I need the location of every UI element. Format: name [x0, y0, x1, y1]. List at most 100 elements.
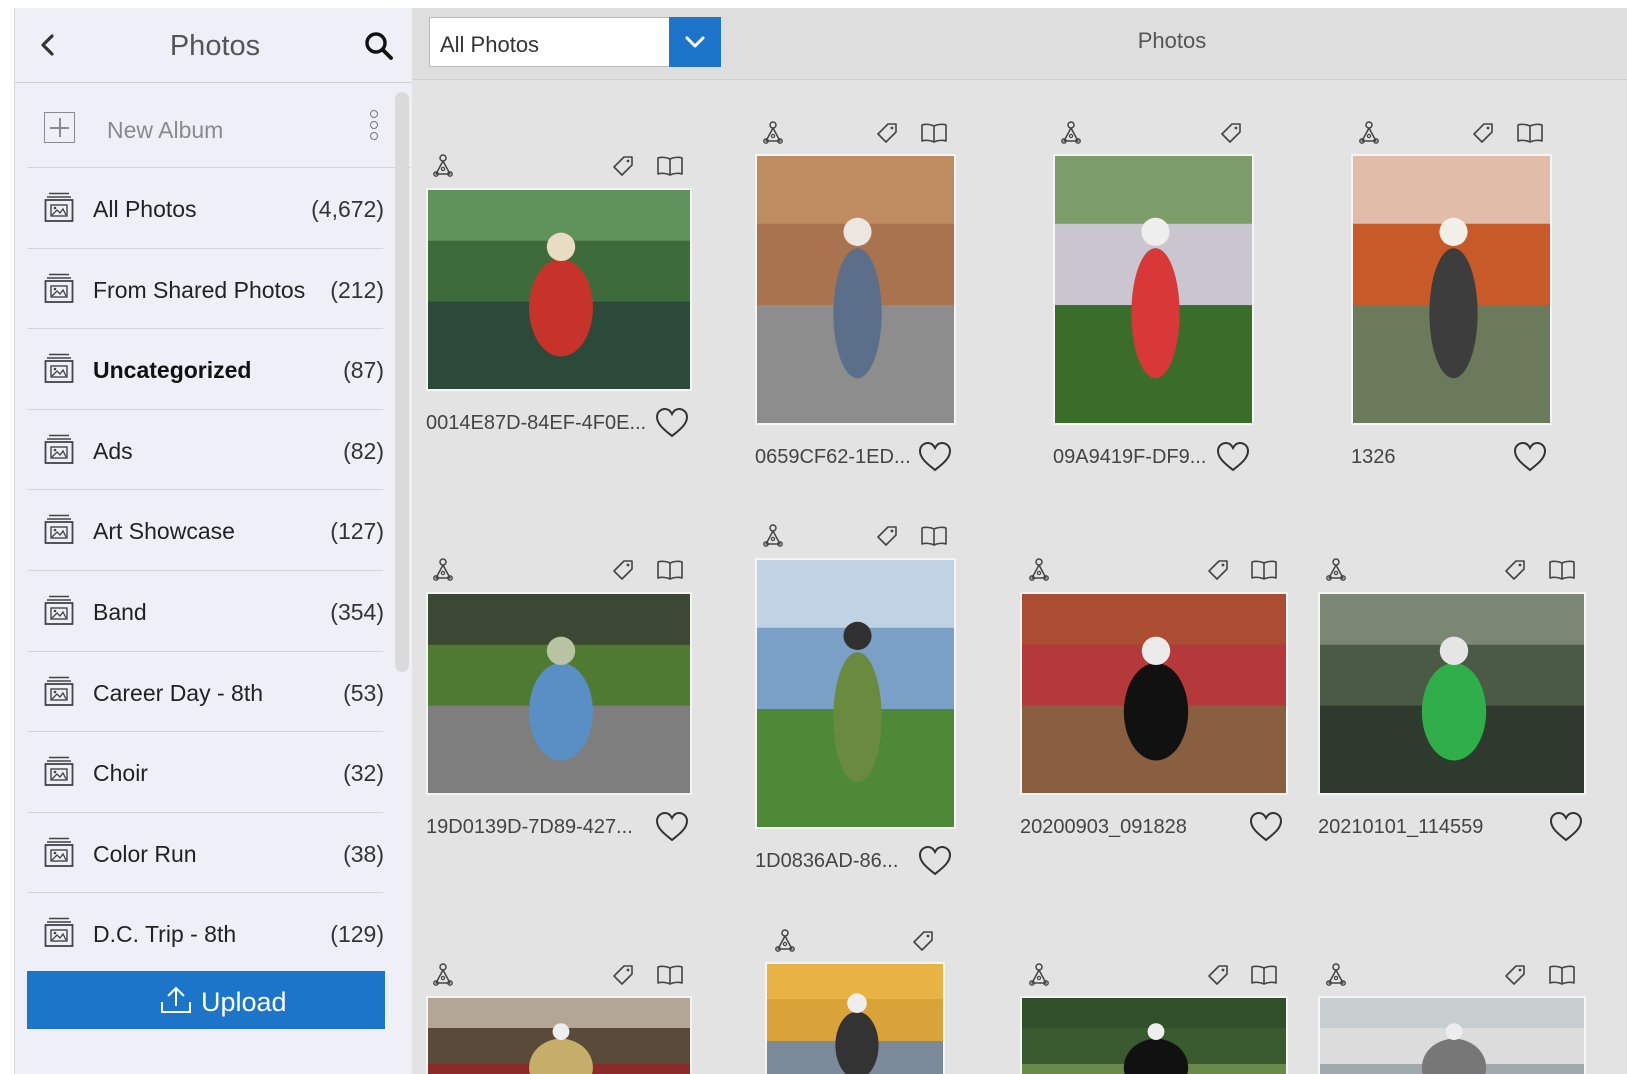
heart-icon[interactable]	[654, 811, 690, 843]
photo-thumbnail[interactable]	[755, 558, 956, 829]
book-icon[interactable]	[1250, 964, 1278, 991]
heart-icon[interactable]	[1215, 441, 1251, 473]
people-tag-icon[interactable]	[760, 120, 786, 151]
album-count: (38)	[343, 840, 384, 867]
tag-icon[interactable]	[1502, 557, 1528, 588]
book-icon[interactable]	[920, 525, 948, 552]
heart-icon[interactable]	[654, 407, 690, 439]
heart-icon[interactable]	[1548, 811, 1584, 843]
photo-thumbnail[interactable]	[765, 962, 945, 1074]
people-tag-icon[interactable]	[1323, 557, 1349, 588]
heart-icon[interactable]	[1512, 441, 1548, 473]
tag-icon[interactable]	[1205, 557, 1231, 588]
photo-thumbnail[interactable]	[1318, 996, 1586, 1074]
people-tag-icon[interactable]	[1026, 557, 1052, 588]
people-tag-icon[interactable]	[430, 153, 456, 184]
album-list: All Photos (4,672) From Shared Photos (212)…	[27, 168, 384, 974]
people-tag-icon[interactable]	[430, 962, 456, 993]
back-button[interactable]	[33, 28, 63, 62]
book-icon[interactable]	[656, 559, 684, 586]
people-tag-icon[interactable]	[1058, 120, 1084, 151]
search-icon	[365, 32, 393, 60]
new-album-button[interactable]: New Album	[27, 84, 411, 168]
book-icon[interactable]	[656, 155, 684, 182]
book-icon[interactable]	[920, 122, 948, 149]
heart-icon[interactable]	[917, 441, 953, 473]
album-filter-value: All Photos	[440, 32, 540, 57]
photo-thumbnail[interactable]	[426, 592, 692, 795]
album-name: Uncategorized	[93, 357, 252, 384]
book-icon[interactable]	[656, 964, 684, 991]
tag-icon[interactable]	[874, 523, 900, 554]
photo-thumbnail[interactable]	[1053, 154, 1254, 425]
album-name: From Shared Photos	[93, 276, 306, 303]
people-tag-icon[interactable]	[772, 928, 798, 959]
photo-album-icon	[44, 513, 74, 545]
photo-caption: 0014E87D-84EF-4F0E...	[426, 412, 647, 434]
album-item[interactable]: Ads (82)	[27, 410, 384, 491]
search-button[interactable]	[363, 30, 395, 62]
album-item[interactable]: All Photos (4,672)	[27, 168, 384, 249]
photo-album-icon	[44, 916, 74, 948]
photo-thumbnail[interactable]	[1318, 592, 1586, 795]
upload-button[interactable]: Upload	[27, 971, 385, 1029]
tag-icon[interactable]	[874, 120, 900, 151]
book-icon[interactable]	[1250, 559, 1278, 586]
photo-caption: 09A9419F-DF9...	[1053, 446, 1207, 468]
tag-icon[interactable]	[1205, 962, 1231, 993]
sidebar-scrollbar[interactable]	[395, 92, 409, 672]
people-tag-icon[interactable]	[1356, 120, 1382, 151]
tag-icon[interactable]	[610, 962, 636, 993]
photo-thumbnail[interactable]	[755, 154, 956, 425]
photo-album-icon	[44, 433, 74, 465]
people-tag-icon[interactable]	[760, 523, 786, 554]
photo-caption: 20200903_091828	[1020, 816, 1187, 838]
tag-icon[interactable]	[610, 153, 636, 184]
photo-thumbnail[interactable]	[426, 188, 692, 391]
album-item[interactable]: Choir (32)	[27, 732, 384, 813]
album-item[interactable]: Color Run (38)	[27, 813, 384, 894]
people-tag-icon[interactable]	[1026, 962, 1052, 993]
people-tag-icon[interactable]	[430, 557, 456, 588]
tag-icon[interactable]	[1502, 962, 1528, 993]
photo-caption: 1D0836AD-86...	[755, 850, 899, 872]
album-count: (87)	[343, 357, 384, 384]
book-icon[interactable]	[1548, 964, 1576, 991]
photo-caption: 20210101_114559	[1318, 816, 1484, 838]
album-item[interactable]: Uncategorized (87)	[27, 329, 384, 410]
tag-icon[interactable]	[910, 928, 936, 959]
book-icon[interactable]	[1548, 559, 1576, 586]
album-count: (53)	[343, 679, 384, 706]
photo-album-icon	[44, 352, 74, 384]
photo-thumbnail[interactable]	[1020, 592, 1288, 795]
album-item[interactable]: Art Showcase (127)	[27, 490, 384, 571]
people-tag-icon[interactable]	[1323, 962, 1349, 993]
album-count: (127)	[330, 518, 384, 545]
album-item[interactable]: From Shared Photos (212)	[27, 249, 384, 330]
album-count: (82)	[343, 437, 384, 464]
chevron-left-icon	[41, 34, 54, 56]
photo-thumbnail[interactable]	[426, 996, 692, 1074]
album-item[interactable]: Career Day - 8th (53)	[27, 652, 384, 733]
album-filter-select[interactable]: All Photos	[429, 17, 721, 67]
heart-icon[interactable]	[1248, 811, 1284, 843]
upload-icon	[161, 986, 191, 1013]
plus-square-icon	[44, 112, 75, 143]
heart-icon[interactable]	[917, 845, 953, 877]
photo-thumbnail[interactable]	[1351, 154, 1552, 425]
book-icon[interactable]	[1516, 122, 1544, 149]
album-item[interactable]: Band (354)	[27, 571, 384, 652]
sidebar-title: Photos	[169, 30, 261, 62]
gallery-title: Photos	[1137, 28, 1207, 53]
tag-icon[interactable]	[1218, 120, 1244, 151]
album-name: Career Day - 8th	[93, 679, 264, 706]
kebab-menu-icon[interactable]	[367, 108, 381, 146]
photo-thumbnail[interactable]	[1020, 996, 1288, 1074]
tag-icon[interactable]	[610, 557, 636, 588]
photo-album-icon	[44, 755, 74, 787]
tag-icon[interactable]	[1470, 120, 1496, 151]
dropdown-button[interactable]	[669, 17, 721, 67]
album-item[interactable]: D.C. Trip - 8th (129)	[27, 893, 384, 974]
album-count: (354)	[330, 598, 384, 625]
photo-album-icon	[44, 594, 74, 626]
